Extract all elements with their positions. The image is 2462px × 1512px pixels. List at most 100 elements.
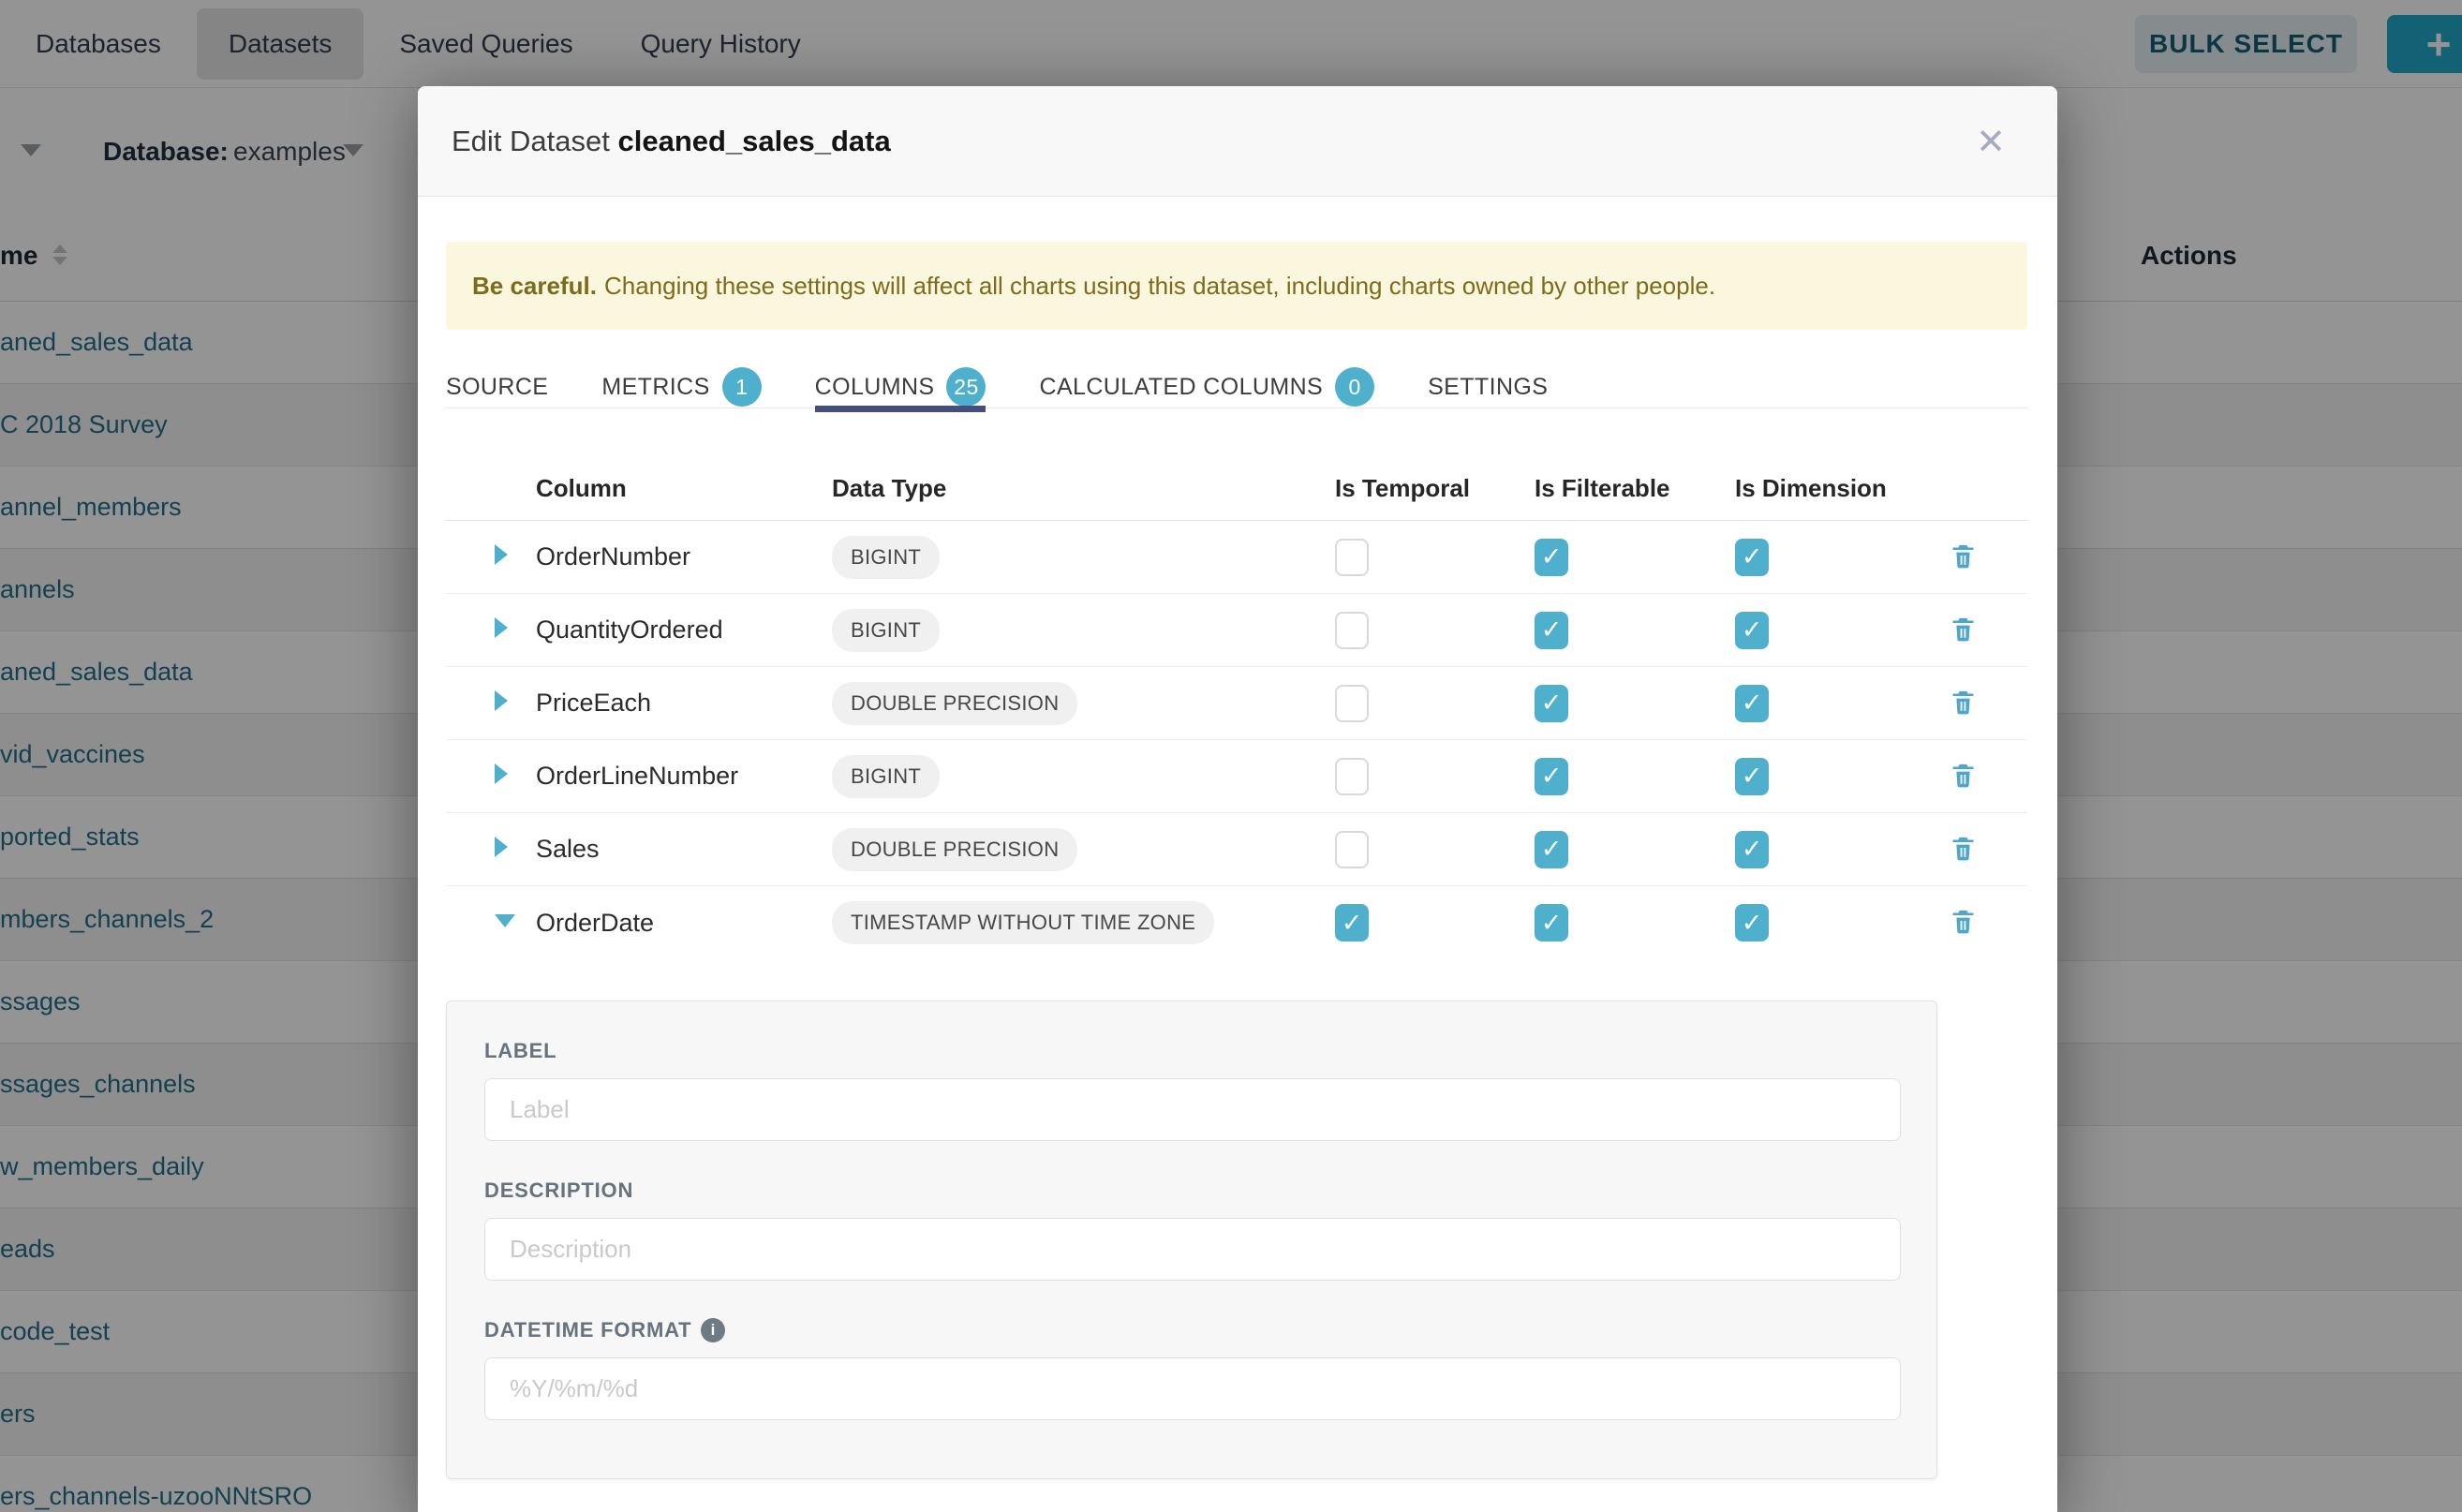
modal-title: Edit Dataset cleaned_sales_data (452, 125, 891, 158)
column-name: OrderNumber (536, 542, 832, 571)
trash-icon (1949, 834, 1978, 866)
data-type-cell: BIGINT (832, 755, 1335, 798)
is-temporal-checkbox-cell (1335, 758, 1535, 795)
modal-tabs: SOURCE METRICS 1 COLUMNS25 CALCULATED COLUMN… (446, 365, 2027, 408)
tab-settings[interactable]: SETTINGS (1428, 365, 1548, 408)
actions-cell (1935, 688, 2027, 719)
tab-calculated-columns[interactable]: CALCULATED COLUMNS 0 (1039, 365, 1374, 408)
expand-caret-icon[interactable] (495, 837, 508, 857)
delete-column-button[interactable] (1949, 615, 1978, 646)
tab-columns[interactable]: COLUMNS25 (815, 365, 986, 408)
is-temporal-checkbox[interactable]: ✓ (1335, 904, 1369, 941)
data-type-badge: BIGINT (832, 755, 940, 798)
is-filterable-checkbox[interactable]: ✓ (1535, 831, 1568, 868)
column-row: SalesDOUBLE PRECISION ✓ ✓ (446, 813, 2027, 886)
expand-caret-icon[interactable] (495, 690, 508, 711)
columns-table-header: ColumnData TypeIs TemporalIs FilterableI… (446, 457, 2027, 521)
is-temporal-checkbox[interactable] (1335, 831, 1369, 868)
caret-cell (446, 617, 536, 643)
is-filterable-checkbox[interactable]: ✓ (1535, 685, 1568, 722)
is-filterable-checkbox[interactable]: ✓ (1535, 539, 1568, 576)
is-filterable-checkbox-cell: ✓ (1535, 758, 1735, 795)
expand-caret-icon[interactable] (495, 763, 508, 784)
is-temporal-checkbox[interactable] (1335, 612, 1369, 649)
actions-cell (1935, 541, 2027, 573)
column-row: OrderLineNumberBIGINT ✓ ✓ (446, 740, 2027, 813)
is-dimension-checkbox[interactable]: ✓ (1735, 831, 1769, 868)
is-dimension-checkbox[interactable]: ✓ (1735, 685, 1769, 722)
caret-cell (446, 763, 536, 789)
is-dimension-checkbox-cell: ✓ (1735, 831, 1935, 868)
column-header-is-filterable: Is Filterable (1535, 474, 1735, 503)
caret-cell (446, 914, 536, 932)
is-filterable-checkbox[interactable]: ✓ (1535, 904, 1568, 941)
is-temporal-checkbox-cell (1335, 685, 1535, 722)
modal-header: Edit Dataset cleaned_sales_data ✕ (418, 86, 2057, 197)
data-type-badge: BIGINT (832, 536, 940, 579)
data-type-badge: DOUBLE PRECISION (832, 682, 1077, 725)
tab-metrics[interactable]: METRICS 1 (601, 365, 761, 408)
is-filterable-checkbox[interactable]: ✓ (1535, 758, 1568, 795)
datetime-format-input[interactable] (484, 1357, 1901, 1420)
info-icon[interactable]: i (701, 1318, 725, 1342)
datetime-format-field-label: DATETIME FORMAT i (484, 1318, 1899, 1342)
trash-icon (1949, 615, 1978, 646)
is-temporal-checkbox-cell (1335, 539, 1535, 576)
is-temporal-checkbox[interactable] (1335, 685, 1369, 722)
trash-icon (1949, 907, 1978, 939)
is-dimension-checkbox[interactable]: ✓ (1735, 758, 1769, 795)
close-icon[interactable]: ✕ (1967, 118, 2014, 165)
is-temporal-checkbox[interactable] (1335, 539, 1369, 576)
is-filterable-checkbox-cell: ✓ (1535, 685, 1735, 722)
data-type-cell: BIGINT (832, 609, 1335, 652)
tab-label: CALCULATED COLUMNS (1039, 374, 1323, 401)
column-header-is-dimension: Is Dimension (1735, 474, 1935, 503)
caret-cell (446, 690, 536, 716)
expand-caret-icon[interactable] (495, 617, 508, 638)
column-name: QuantityOrdered (536, 615, 832, 645)
delete-column-button[interactable] (1949, 834, 1978, 866)
description-input[interactable] (484, 1218, 1901, 1281)
column-row: QuantityOrderedBIGINT ✓ ✓ (446, 594, 2027, 667)
data-type-badge: TIMESTAMP WITHOUT TIME ZONE (832, 901, 1214, 944)
tab-source[interactable]: SOURCE (446, 365, 548, 408)
column-name: PriceEach (536, 689, 832, 718)
data-type-badge: DOUBLE PRECISION (832, 828, 1077, 871)
warning-bold: Be careful. (472, 272, 597, 300)
is-dimension-checkbox[interactable]: ✓ (1735, 539, 1769, 576)
warning-text: Changing these settings will affect all … (604, 272, 1715, 300)
tab-count-badge: 1 (722, 367, 762, 407)
is-dimension-checkbox-cell: ✓ (1735, 904, 1935, 941)
is-dimension-checkbox[interactable]: ✓ (1735, 612, 1769, 649)
column-name: Sales (536, 835, 832, 864)
delete-column-button[interactable] (1949, 688, 1978, 719)
column-row: OrderNumberBIGINT ✓ ✓ (446, 521, 2027, 594)
is-dimension-checkbox-cell: ✓ (1735, 539, 1935, 576)
column-header-column: Column (536, 474, 832, 503)
is-filterable-checkbox-cell: ✓ (1535, 831, 1735, 868)
is-temporal-checkbox[interactable] (1335, 758, 1369, 795)
is-dimension-checkbox-cell: ✓ (1735, 758, 1935, 795)
trash-icon (1949, 761, 1978, 793)
delete-column-button[interactable] (1949, 907, 1978, 939)
data-type-cell: DOUBLE PRECISION (832, 682, 1335, 725)
data-type-badge: BIGINT (832, 609, 940, 652)
delete-column-button[interactable] (1949, 761, 1978, 793)
dataset-name: cleaned_sales_data (617, 125, 890, 157)
is-temporal-checkbox-cell (1335, 831, 1535, 868)
tab-label: METRICS (601, 374, 709, 401)
label-field-label: LABEL (484, 1039, 1899, 1063)
expand-caret-icon[interactable] (495, 544, 508, 565)
screen: DatabasesDatasetsSaved QueriesQuery Hist… (0, 0, 2462, 1512)
is-filterable-checkbox[interactable]: ✓ (1535, 612, 1568, 649)
column-row: OrderDateTIMESTAMP WITHOUT TIME ZONE✓✓✓ (446, 886, 2027, 959)
is-dimension-checkbox[interactable]: ✓ (1735, 904, 1769, 941)
collapse-caret-icon[interactable] (495, 914, 515, 927)
actions-cell (1935, 834, 2027, 866)
tab-count-badge: 0 (1335, 367, 1374, 407)
description-field-label: DESCRIPTION (484, 1178, 1899, 1203)
column-header-is-temporal: Is Temporal (1335, 474, 1535, 503)
label-input[interactable] (484, 1078, 1901, 1141)
column-name: OrderLineNumber (536, 762, 832, 791)
delete-column-button[interactable] (1949, 541, 1978, 573)
